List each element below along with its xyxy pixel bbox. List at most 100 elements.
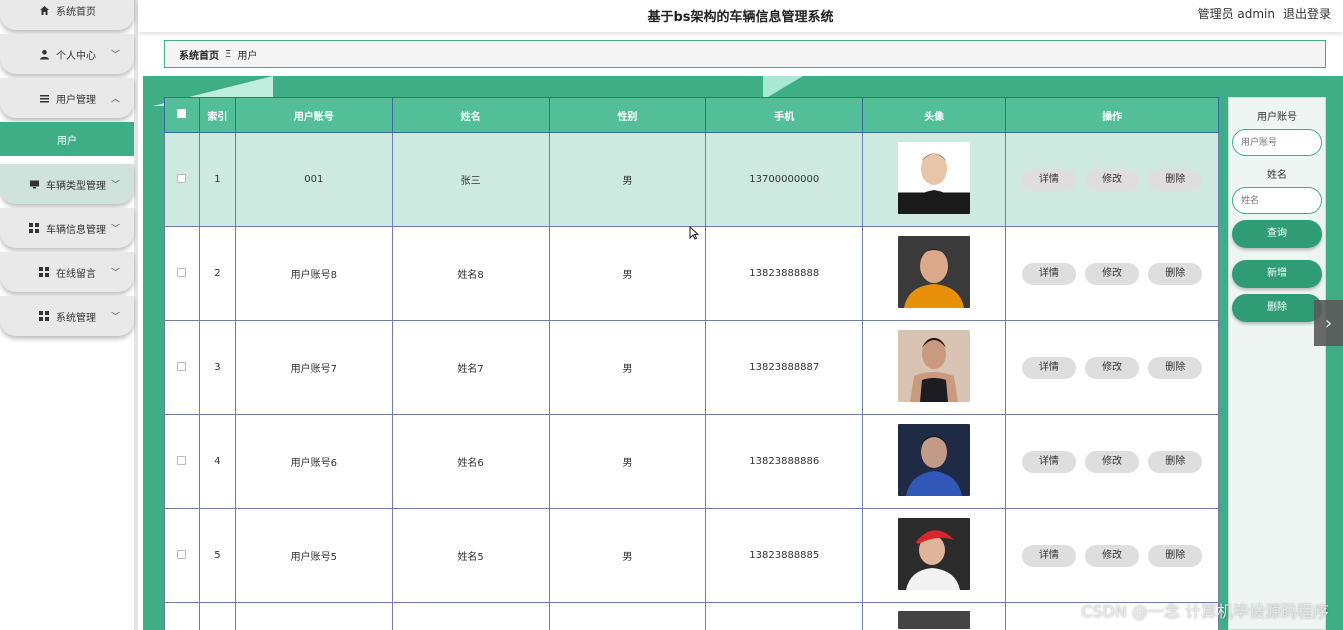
column-header: 头像	[862, 97, 1007, 133]
user-table: 索引 用户账号 姓名 性别 手机 头像 操作 1 001 张三 男 137000…	[164, 97, 1219, 630]
sidebar-item-label: 在线留言	[56, 268, 96, 280]
row-checkbox[interactable]	[177, 455, 187, 465]
delete-button[interactable]: 删除	[1148, 262, 1203, 285]
table-header-row: 索引 用户账号 姓名 性别 手机 头像 操作	[164, 97, 1219, 133]
edit-button[interactable]: 修改	[1085, 450, 1140, 473]
actions-cell: 详情 修改 删除	[1005, 226, 1219, 321]
column-header: 操作	[1005, 97, 1219, 133]
edit-button[interactable]: 修改	[1085, 262, 1140, 285]
logout-link[interactable]: 退出登录	[1283, 5, 1331, 22]
chevron-down-icon: ﹀	[110, 180, 120, 191]
user-area: 管理员 admin 退出登录	[1198, 5, 1331, 22]
actions-cell: 详情 修改 删除	[1005, 414, 1219, 509]
cell-gender: 男	[548, 414, 707, 509]
name-label: 姓名	[1267, 170, 1287, 181]
chevron-down-icon: ﹀	[110, 312, 120, 323]
table-row	[164, 602, 1219, 630]
cell-phone: 13823888885	[705, 508, 864, 603]
account-label: 用户账号	[1257, 112, 1297, 123]
actions-cell: 详情 修改 删除	[1005, 508, 1219, 603]
cell-name: 姓名8	[391, 226, 550, 321]
cell-account: 用户账号8	[234, 226, 393, 321]
avatar	[898, 424, 971, 496]
sidebar-item-label: 个人中心	[56, 50, 96, 62]
cell-name: 姓名6	[391, 414, 550, 509]
table-row: 3 用户账号7 姓名7 男 13823888887 详情 修改 删除	[164, 320, 1219, 415]
sidebar: 系统首页 个人中心 ﹀ 用户管理 ︿ 用户 车辆类型管理 ﹀ 车辆信息管理 ﹀ …	[0, 0, 138, 630]
row-checkbox[interactable]	[177, 361, 187, 371]
add-button[interactable]: 新增	[1232, 260, 1322, 288]
detail-button[interactable]: 详情	[1021, 168, 1076, 191]
edit-button[interactable]: 修改	[1085, 168, 1140, 191]
edit-button[interactable]: 修改	[1085, 544, 1140, 567]
chevron-down-icon: ﹀	[110, 224, 120, 235]
cell-gender: 男	[548, 226, 707, 321]
delete-button[interactable]: 删除	[1148, 450, 1203, 473]
select-all-checkbox[interactable]	[177, 109, 187, 118]
monitor-icon	[28, 178, 40, 190]
delete-button[interactable]: 删除	[1148, 168, 1203, 191]
sidebar-item-label: 系统管理	[56, 312, 96, 324]
search-panel: 用户账号 姓名 查询 新增 删除	[1228, 97, 1326, 630]
sidebar-item-label: 车辆类型管理	[46, 180, 106, 192]
detail-button[interactable]: 详情	[1021, 450, 1076, 473]
sidebar-item-users[interactable]: 用户	[0, 122, 134, 156]
detail-button[interactable]: 详情	[1021, 262, 1076, 285]
main-content: 索引 用户账号 姓名 性别 手机 头像 操作 1 001 张三 男 137000…	[143, 76, 1343, 630]
sidebar-item-home[interactable]: 系统首页	[0, 0, 134, 30]
breadcrumb-home[interactable]: 系统首页	[179, 47, 219, 62]
home-icon	[38, 4, 50, 16]
cell-phone: 13823888886	[705, 414, 864, 509]
detail-button[interactable]: 详情	[1021, 544, 1076, 567]
row-checkbox[interactable]	[177, 267, 187, 277]
mouse-cursor-icon	[689, 225, 700, 244]
avatar	[898, 518, 971, 590]
breadcrumb-current: 用户	[237, 50, 258, 62]
sidebar-item-messages[interactable]: 在线留言 ﹀	[0, 252, 134, 292]
column-header: 性别	[548, 97, 707, 133]
sidebar-item-user-management[interactable]: 用户管理 ︿	[0, 78, 134, 118]
edit-button[interactable]: 修改	[1085, 356, 1140, 379]
sidebar-item-system[interactable]: 系统管理 ﹀	[0, 296, 134, 336]
chevron-right-icon[interactable]: ›	[1314, 300, 1343, 346]
avatar	[898, 330, 971, 402]
actions-cell: 详情 修改 删除	[1005, 132, 1219, 227]
table-row: 4 用户账号6 姓名6 男 13823888886 详情 修改 删除	[164, 414, 1219, 509]
grid-icon	[38, 266, 50, 278]
row-checkbox[interactable]	[177, 549, 187, 559]
cell-index: 4	[198, 414, 236, 509]
user-icon	[38, 48, 50, 60]
select-all-cell[interactable]	[164, 97, 200, 133]
sidebar-item-label: 用户	[57, 135, 77, 147]
row-checkbox[interactable]	[177, 173, 187, 183]
batch-delete-button[interactable]: 删除	[1232, 294, 1322, 322]
cell-name: 张三	[391, 132, 550, 227]
breadcrumb-separator: Ξ	[225, 48, 232, 60]
query-button[interactable]: 查询	[1232, 220, 1322, 248]
sidebar-item-vehicle-info[interactable]: 车辆信息管理 ﹀	[0, 208, 134, 248]
sidebar-item-label: 系统首页	[56, 6, 96, 18]
list-icon	[38, 92, 50, 104]
cell-index: 1	[198, 132, 236, 227]
cell-gender: 男	[548, 132, 707, 227]
sidebar-item-vehicle-type[interactable]: 车辆类型管理 ﹀	[0, 164, 134, 204]
cell-index: 2	[198, 226, 236, 321]
page-title: 基于bs架构的车辆信息管理系统	[647, 10, 834, 25]
table-row: 1 001 张三 男 13700000000 详情 修改 删除	[164, 132, 1219, 227]
chevron-down-icon: ﹀	[110, 50, 120, 61]
account-input[interactable]	[1232, 129, 1322, 156]
chevron-down-icon: ﹀	[110, 268, 120, 279]
column-header: 索引	[198, 97, 236, 133]
sidebar-item-label: 车辆信息管理	[46, 224, 106, 236]
top-header: 基于bs架构的车辆信息管理系统 管理员 admin 退出登录	[138, 0, 1343, 32]
avatar	[898, 236, 971, 308]
sidebar-item-personal[interactable]: 个人中心 ﹀	[0, 34, 134, 74]
cell-gender: 男	[548, 508, 707, 603]
cell-account: 用户账号6	[234, 414, 393, 509]
detail-button[interactable]: 详情	[1021, 356, 1076, 379]
delete-button[interactable]: 删除	[1148, 544, 1203, 567]
grid-icon	[38, 310, 50, 322]
delete-button[interactable]: 删除	[1148, 356, 1203, 379]
name-input[interactable]	[1232, 187, 1322, 214]
column-header: 手机	[705, 97, 864, 133]
